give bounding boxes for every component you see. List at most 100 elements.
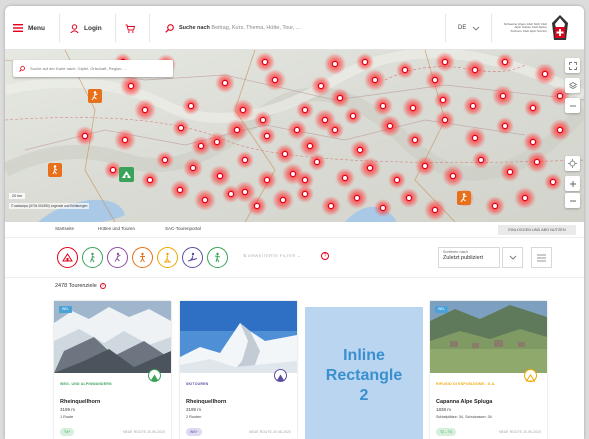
map-cluster-marker[interactable] bbox=[409, 104, 417, 112]
map-cluster-marker[interactable] bbox=[127, 82, 135, 90]
map-cluster-marker[interactable] bbox=[491, 202, 499, 210]
inline-rectangle-ad[interactable]: Inline Rectangle 2 bbox=[305, 307, 423, 439]
map-cluster-marker[interactable] bbox=[556, 126, 564, 134]
map-cluster-marker[interactable] bbox=[227, 190, 235, 198]
locate-button[interactable] bbox=[565, 156, 580, 171]
map-cluster-marker[interactable] bbox=[421, 162, 429, 170]
advanced-filter-toggle[interactable]: ⇅ ERWEITERTE FILTER ⌄ bbox=[243, 253, 301, 258]
map-cluster-marker[interactable] bbox=[213, 138, 221, 146]
fullscreen-button[interactable] bbox=[565, 58, 580, 73]
map-cluster-marker[interactable] bbox=[233, 126, 241, 134]
nav-item-start[interactable]: Startseite bbox=[55, 226, 74, 231]
map-cluster-marker[interactable] bbox=[331, 126, 339, 134]
map-cluster-marker[interactable] bbox=[241, 156, 249, 164]
map-cluster-marker[interactable] bbox=[279, 196, 287, 204]
list-view-button[interactable] bbox=[531, 247, 552, 268]
map-cluster-marker[interactable] bbox=[109, 166, 117, 174]
map-cluster-marker[interactable] bbox=[441, 58, 449, 66]
map-cluster-marker[interactable] bbox=[261, 58, 269, 66]
map-cluster-marker[interactable] bbox=[386, 122, 394, 130]
map-cluster-marker[interactable] bbox=[289, 170, 297, 178]
map-cluster-marker[interactable] bbox=[221, 79, 229, 87]
zoom-out-button[interactable] bbox=[565, 193, 580, 208]
map-cluster-marker[interactable] bbox=[201, 196, 209, 204]
login-button[interactable]: Login bbox=[70, 6, 102, 50]
map-cluster-marker[interactable] bbox=[529, 138, 537, 146]
map-cluster-marker[interactable] bbox=[241, 188, 249, 196]
map-cluster-marker[interactable] bbox=[431, 206, 439, 214]
zoom-in-button[interactable] bbox=[565, 176, 580, 191]
map-cluster-marker[interactable] bbox=[313, 158, 321, 166]
map-cluster-marker[interactable] bbox=[431, 76, 439, 84]
map-cluster-marker[interactable] bbox=[301, 176, 309, 184]
map-cluster-marker[interactable] bbox=[379, 204, 387, 212]
layers-button[interactable] bbox=[565, 78, 580, 93]
map-cluster-marker[interactable] bbox=[187, 102, 195, 110]
map-cluster-marker[interactable] bbox=[405, 194, 413, 202]
map-cluster-marker[interactable] bbox=[341, 174, 349, 182]
map-cluster-marker[interactable] bbox=[529, 104, 537, 112]
map-cluster-marker[interactable] bbox=[301, 106, 309, 114]
card-title[interactable]: Capanna Alpe Spluga bbox=[436, 399, 492, 405]
map-cluster-marker[interactable] bbox=[541, 70, 549, 78]
map-cluster-marker[interactable] bbox=[349, 112, 357, 120]
filter-snowshoe[interactable] bbox=[157, 247, 178, 268]
map-cluster-marker[interactable] bbox=[259, 116, 267, 124]
map-cluster-marker[interactable] bbox=[353, 194, 361, 202]
menu-button[interactable]: Menu bbox=[13, 6, 45, 50]
filter-alpine[interactable] bbox=[132, 247, 153, 268]
nav-item-huts-tours[interactable]: Hütten und Touren bbox=[98, 226, 135, 231]
map-cluster-marker[interactable] bbox=[253, 202, 261, 210]
map-cluster-marker[interactable] bbox=[306, 142, 314, 150]
map-marker-alpine[interactable] bbox=[88, 89, 102, 103]
collapse-button[interactable] bbox=[565, 98, 580, 113]
map-cluster-marker[interactable] bbox=[366, 164, 374, 172]
sac-logo[interactable]: Schweizer Alpen-Club SAC Club Alpin Suis… bbox=[503, 6, 569, 50]
sort-dropdown-button[interactable] bbox=[502, 247, 523, 268]
map-cluster-marker[interactable] bbox=[469, 102, 477, 110]
map-cluster-marker[interactable] bbox=[441, 116, 449, 124]
map-cluster-marker[interactable] bbox=[197, 142, 205, 150]
map-cluster-marker[interactable] bbox=[189, 164, 197, 172]
map-cluster-marker[interactable] bbox=[371, 76, 379, 84]
map-search-input[interactable]: Suche auf der Karte nach: Gipfel, Ortsch… bbox=[13, 60, 173, 77]
tour-card[interactable]: BEL RIFUGIO DI ESPOSIZIONE - S.A. Capann… bbox=[430, 301, 547, 439]
map-cluster-marker[interactable] bbox=[499, 92, 507, 100]
map-cluster-marker[interactable] bbox=[281, 150, 289, 158]
tour-card[interactable]: SKITOUREN Rheinquellhorn 3199 m 2 Routen… bbox=[180, 301, 297, 439]
map-cluster-marker[interactable] bbox=[177, 124, 185, 132]
card-title[interactable]: Rheinquellhorn bbox=[60, 399, 100, 405]
map-cluster-marker[interactable] bbox=[506, 168, 514, 176]
tour-card[interactable]: BEL WEG- UND ALPINWANDERN Rheinquellhorn… bbox=[54, 301, 171, 439]
map-cluster-marker[interactable] bbox=[263, 176, 271, 184]
filter-skitour[interactable] bbox=[182, 247, 203, 268]
help-icon[interactable]: ? bbox=[321, 252, 329, 260]
site-search[interactable]: Suche nach Beitrag, Kurs, Thema, Hütte, … bbox=[165, 6, 300, 50]
map-cluster-marker[interactable] bbox=[321, 116, 329, 124]
map-cluster-marker[interactable] bbox=[356, 146, 364, 154]
abo-button[interactable]: EINLOGGEN UND ABO NUTZEN bbox=[498, 225, 576, 235]
map-cluster-marker[interactable] bbox=[439, 96, 447, 104]
map-cluster-marker[interactable] bbox=[533, 158, 541, 166]
map-cluster-marker[interactable] bbox=[327, 202, 335, 210]
map-cluster-marker[interactable] bbox=[556, 92, 564, 100]
map-cluster-marker[interactable] bbox=[161, 156, 169, 164]
map-cluster-marker[interactable] bbox=[471, 134, 479, 142]
map-cluster-marker[interactable] bbox=[521, 194, 529, 202]
map-cluster-marker[interactable] bbox=[379, 102, 387, 110]
map-cluster-marker[interactable] bbox=[301, 190, 309, 198]
map-cluster-marker[interactable] bbox=[411, 136, 419, 144]
language-select[interactable]: DE bbox=[458, 6, 480, 50]
map-cluster-marker[interactable] bbox=[393, 176, 401, 184]
tour-map[interactable]: Suche auf der Karte nach: Gipfel, Ortsch… bbox=[5, 50, 584, 222]
info-icon[interactable]: ? bbox=[99, 283, 106, 289]
filter-hut[interactable] bbox=[57, 247, 78, 268]
filter-hiking[interactable] bbox=[82, 247, 103, 268]
card-title[interactable]: Rheinquellhorn bbox=[186, 399, 226, 405]
map-cluster-marker[interactable] bbox=[361, 58, 369, 66]
map-cluster-marker[interactable] bbox=[501, 58, 509, 66]
map-attribution[interactable]: © swisstopo (5704 001950) Legende und Er… bbox=[9, 203, 90, 209]
map-marker-climbing[interactable] bbox=[457, 191, 471, 205]
map-cluster-marker[interactable] bbox=[501, 122, 509, 130]
map-marker-hut[interactable] bbox=[119, 167, 134, 182]
